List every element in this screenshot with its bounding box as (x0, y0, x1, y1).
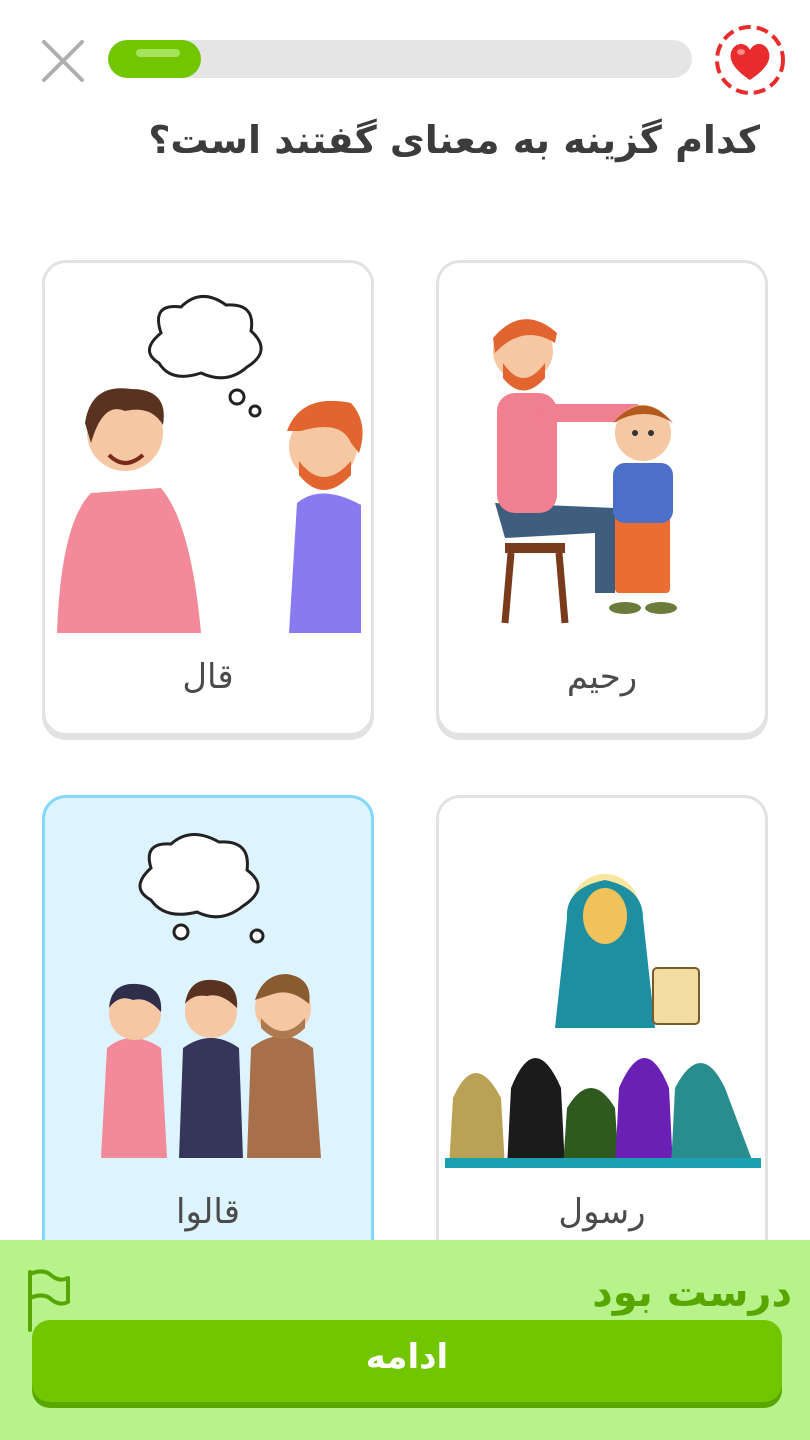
feedback-footer: درست بود ادامه (0, 1240, 810, 1440)
group-of-men-thinking-illustration (101, 833, 321, 1158)
progress-bar (108, 40, 692, 78)
option-label: رحیم (566, 657, 638, 697)
option-card-rahim[interactable]: رحیم (436, 260, 768, 736)
two-men-talking-illustration (57, 295, 363, 633)
feedback-text: درست بود (592, 1270, 792, 1316)
option-label: رسول (558, 1192, 646, 1232)
option-card-qalu[interactable]: قالوا (42, 795, 374, 1271)
prophet-preaching-illustration (445, 874, 761, 1168)
option-label: قال (182, 657, 234, 697)
continue-button[interactable]: ادامه (32, 1320, 782, 1402)
man-patting-child-illustration (493, 319, 677, 624)
close-button[interactable] (36, 34, 90, 88)
option-card-rasul[interactable]: رسول (436, 795, 768, 1271)
progress-fill (108, 40, 202, 78)
option-card-qala[interactable]: قال (42, 260, 374, 736)
question-title: کدام گزینه به معنای گفتند است؟ (148, 118, 760, 162)
hearts-indicator[interactable] (712, 22, 788, 98)
option-label: قالوا (176, 1192, 240, 1232)
heart-icon (715, 25, 785, 95)
close-icon (42, 40, 84, 82)
